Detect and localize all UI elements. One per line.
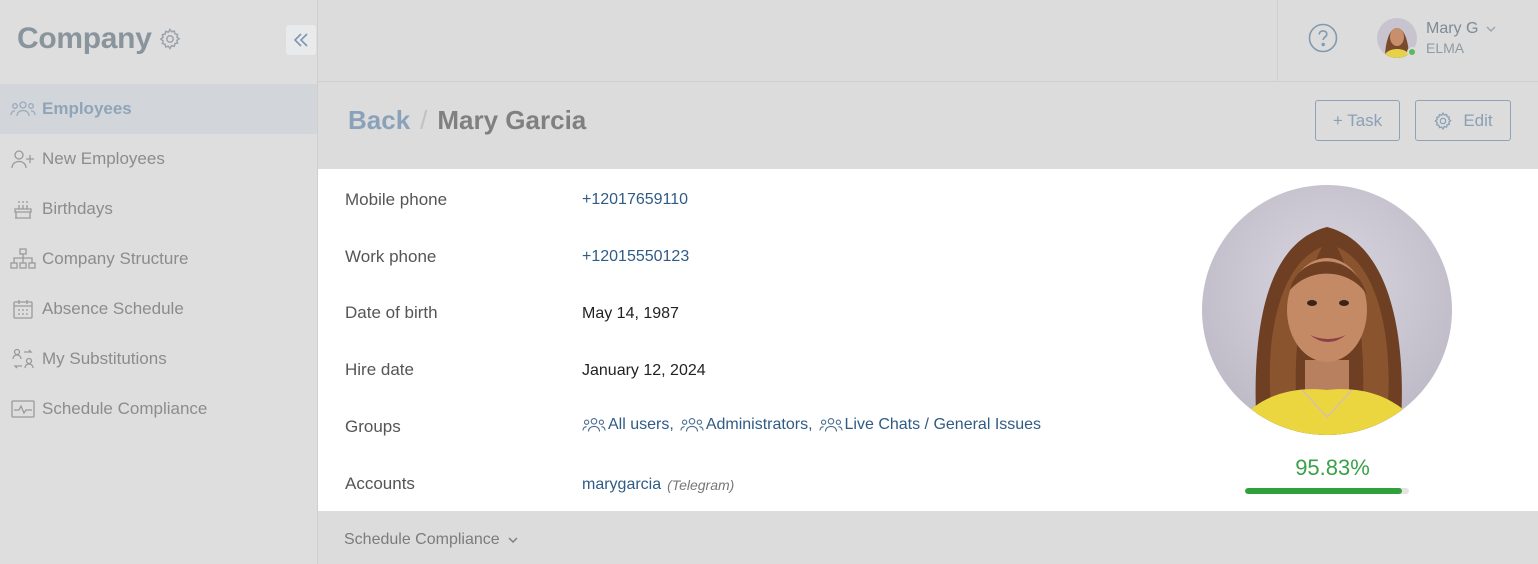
user-name: Mary G [1426, 20, 1479, 37]
gear-icon [1434, 111, 1453, 130]
sidebar-item-label: Schedule Compliance [42, 399, 208, 418]
user-menu[interactable]: Mary G ELMA [1377, 18, 1498, 58]
group-link-administrators[interactable]: Administrators [680, 416, 808, 434]
hire-date-label: Hire date [345, 360, 414, 379]
help-icon[interactable] [1308, 23, 1338, 53]
edit-button[interactable]: Edit [1415, 100, 1511, 141]
profile-photo[interactable] [1202, 185, 1452, 435]
sidebar-title: Company [17, 22, 152, 55]
schedule-compliance-section-toggle[interactable]: Schedule Compliance [344, 531, 520, 549]
cake-icon [10, 198, 36, 220]
top-bar: Mary G ELMA [318, 0, 1538, 82]
sidebar-item-label: Company Structure [42, 249, 189, 268]
substitution-icon [10, 348, 36, 370]
sidebar-item-absence-schedule[interactable]: Absence Schedule [0, 284, 317, 334]
sidebar-item-company-structure[interactable]: Company Structure [0, 234, 317, 284]
group-link-live-chats[interactable]: Live Chats / General Issues [818, 416, 1042, 434]
work-phone-link[interactable]: +12015550123 [582, 248, 689, 266]
dob-value: May 14, 1987 [582, 305, 679, 322]
hire-date-value: January 12, 2024 [582, 362, 706, 379]
sidebar-item-label: My Substitutions [42, 349, 167, 368]
add-task-button[interactable]: + Task [1315, 100, 1400, 141]
sidebar-item-my-substitutions[interactable]: My Substitutions [0, 334, 317, 384]
group-name: Administrators [705, 416, 809, 433]
breadcrumb-separator: / [420, 105, 428, 135]
mobile-phone-link[interactable]: +12017659110 [582, 191, 688, 209]
groups-list: All users , Administrators , Live Chats … [582, 416, 1041, 434]
group-link-all-users[interactable]: All users [582, 416, 669, 434]
sidebar-nav: Employees New Employees Birthdays Compan… [0, 84, 317, 434]
group-icon [582, 417, 606, 432]
double-chevron-left-icon [293, 33, 308, 47]
sidebar-item-label: Birthdays [42, 199, 113, 218]
sidebar-item-birthdays[interactable]: Birthdays [0, 184, 317, 234]
settings-gear-icon[interactable] [158, 27, 182, 51]
add-user-icon [10, 148, 36, 170]
group-icon [818, 417, 843, 432]
calendar-icon [10, 298, 36, 320]
accounts-label: Accounts [345, 474, 415, 493]
dob-label: Date of birth [345, 303, 438, 322]
collapse-sidebar-button[interactable] [286, 25, 316, 55]
group-icon [680, 417, 704, 432]
work-phone-label: Work phone [345, 247, 437, 266]
pulse-icon [10, 398, 36, 420]
org-structure-icon [10, 248, 36, 270]
accounts-value: marygarcia (Telegram) [582, 476, 734, 494]
group-name: Live Chats / General Issues [844, 416, 1042, 433]
divider [1277, 0, 1278, 82]
compliance-progress-bar [1245, 488, 1409, 494]
group-name: All users [608, 416, 670, 433]
page-title: Mary Garcia [437, 105, 587, 135]
groups-label: Groups [345, 417, 401, 436]
compliance-percentage: 95.83% [1295, 455, 1370, 480]
sidebar-item-label: Absence Schedule [42, 299, 184, 318]
sidebar-item-new-employees[interactable]: New Employees [0, 134, 317, 184]
sidebar-item-label: New Employees [42, 149, 165, 168]
brand: Company [17, 22, 182, 56]
avatar [1377, 18, 1417, 58]
sidebar-item-label: Employees [42, 99, 132, 118]
sidebar-item-schedule-compliance[interactable]: Schedule Compliance [0, 384, 317, 434]
sidebar-item-employees[interactable]: Employees [0, 84, 317, 134]
telegram-account-link[interactable]: marygarcia [582, 476, 661, 494]
page-header: Back / Mary Garcia + Task Edit [318, 83, 1538, 169]
employees-icon [10, 98, 36, 120]
section-label: Schedule Compliance [344, 531, 500, 548]
mobile-phone-label: Mobile phone [345, 190, 448, 209]
online-status-badge [1407, 47, 1417, 57]
edit-button-label: Edit [1463, 110, 1493, 130]
sidebar: Company Employees New Employees Birthday… [0, 0, 318, 564]
user-organization: ELMA [1426, 40, 1465, 56]
breadcrumb: Back / Mary Garcia [348, 105, 586, 136]
compliance-progress-fill [1245, 488, 1403, 494]
chevron-down-icon [508, 537, 518, 543]
chevron-down-icon [1486, 26, 1496, 32]
account-type: (Telegram) [667, 477, 735, 493]
profile-card: Mobile phone +12017659110 Work phone +12… [318, 169, 1538, 511]
back-link[interactable]: Back [348, 105, 410, 136]
